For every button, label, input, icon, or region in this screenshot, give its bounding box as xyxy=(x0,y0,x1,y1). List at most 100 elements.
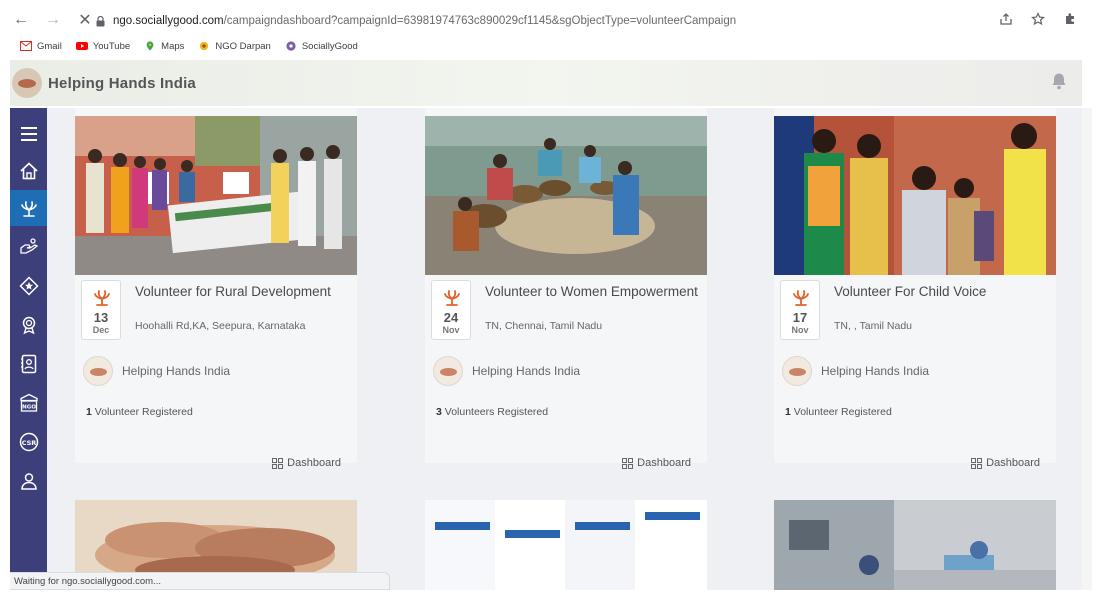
campaign-location: TN, Chennai, Tamil Nadu xyxy=(485,320,603,332)
stop-loading-icon[interactable]: ✕ xyxy=(74,9,96,31)
back-icon[interactable]: ← xyxy=(10,9,32,31)
bookmark-maps[interactable]: Maps xyxy=(144,41,184,52)
campaign-card-next[interactable] xyxy=(774,500,1056,590)
registration-count: 3 Volunteers Registered xyxy=(436,406,548,418)
app-header: Helping Hands India xyxy=(10,60,1082,106)
dashboard-label: Dashboard xyxy=(287,457,341,469)
ngo-darpan-icon xyxy=(200,41,209,51)
sidebar-item-campaigns[interactable] xyxy=(10,190,47,226)
date-day: 24 xyxy=(443,310,459,325)
address-bar[interactable]: ngo.sociallygood.com/campaigndashboard?c… xyxy=(96,10,736,32)
registration-count: 1 Volunteer Registered xyxy=(86,406,193,418)
sidebar-item-menu[interactable] xyxy=(10,116,47,152)
dashboard-button[interactable]: Dashboard xyxy=(971,457,1040,469)
campaign-org: Helping Hands India xyxy=(433,356,580,386)
campaign-card[interactable]: 17 Nov Volunteer For Child Voice TN, , T… xyxy=(774,108,1056,469)
org-avatar xyxy=(433,356,463,386)
dashboard-label: Dashboard xyxy=(637,457,691,469)
sidebar-item-donate[interactable] xyxy=(10,229,47,265)
contacts-icon xyxy=(20,354,36,374)
campaign-location: TN, , Tamil Nadu xyxy=(834,320,912,332)
campaign-card[interactable]: 13 Dec Volunteer for Rural Development H… xyxy=(75,108,357,469)
browser-status-bar: Waiting for ngo.sociallygood.com... xyxy=(10,572,390,590)
date-day: 17 xyxy=(792,310,808,325)
award-icon xyxy=(22,316,35,335)
menu-icon xyxy=(20,127,37,141)
bookmark-label: YouTube xyxy=(92,40,131,52)
sidebar-item-csr[interactable]: CSR xyxy=(10,424,47,460)
campaign-date: 13 Dec xyxy=(81,280,121,340)
campaign-image xyxy=(774,116,1056,275)
campaign-title[interactable]: Volunteer For Child Voice xyxy=(834,284,1049,300)
registered-label: Volunteer Registered xyxy=(793,406,892,418)
sidebar-item-users[interactable] xyxy=(10,463,47,499)
sidebar-item-badge[interactable] xyxy=(10,268,47,304)
campaign-type-icon xyxy=(793,290,809,306)
bookmark-label: NGO Darpan xyxy=(215,40,271,52)
org-avatar xyxy=(782,356,812,386)
campaign-image xyxy=(75,116,357,275)
gmail-icon xyxy=(20,41,32,51)
dashboard-label: Dashboard xyxy=(986,457,1040,469)
sidebar-item-home[interactable] xyxy=(10,153,47,189)
dashboard-button[interactable]: Dashboard xyxy=(622,457,691,469)
registered-label: Volunteers Registered xyxy=(444,406,549,418)
org-name: Helping Hands India xyxy=(122,364,231,378)
sidebar-item-ngo[interactable]: NGO xyxy=(10,385,47,421)
campaign-type-icon xyxy=(94,290,110,306)
csr-icon: CSR xyxy=(19,432,38,452)
campaign-location: Hoohalli Rd,KA, Seepura, Karnataka xyxy=(135,320,306,332)
org-name: Helping Hands India xyxy=(821,364,930,378)
dashboard-button[interactable]: Dashboard xyxy=(272,457,341,469)
campaign-image xyxy=(425,500,707,590)
extensions-icon[interactable] xyxy=(1062,11,1078,27)
forward-icon[interactable]: → xyxy=(42,9,64,31)
date-month: Nov xyxy=(791,325,809,335)
date-month: Nov xyxy=(442,325,460,335)
bookmark-ngo-darpan[interactable]: NGO Darpan xyxy=(198,40,271,52)
bookmark-sociallygood[interactable]: SociallyGood xyxy=(285,41,358,52)
sociallygood-icon xyxy=(286,41,296,51)
bookmark-label: Maps xyxy=(161,40,185,52)
csr-icon-text: CSR xyxy=(21,439,36,447)
campaign-image xyxy=(774,500,1056,590)
campaign-org: Helping Hands India xyxy=(83,356,230,386)
registered-label: Volunteer Registered xyxy=(94,406,193,418)
campaign-date: 17 Nov xyxy=(780,280,820,340)
bookmark-star-icon[interactable] xyxy=(1030,11,1046,27)
scrollbar[interactable] xyxy=(1082,108,1092,590)
url-host: ngo.sociallygood.com xyxy=(113,15,224,27)
bookmark-label: Gmail xyxy=(37,40,62,52)
users-icon xyxy=(20,473,37,490)
campaign-org: Helping Hands India xyxy=(782,356,929,386)
helping-hands-icon xyxy=(20,201,37,217)
campaign-card-next[interactable] xyxy=(425,500,707,590)
bookmark-youtube[interactable]: YouTube xyxy=(75,40,131,52)
campaign-card[interactable]: 24 Nov Volunteer to Women Empowerment TN… xyxy=(425,108,707,469)
url-path: /campaigndashboard?campaignId=6398197476… xyxy=(223,15,737,27)
registered-number: 3 xyxy=(436,406,442,418)
org-avatar xyxy=(83,356,113,386)
share-icon[interactable] xyxy=(998,11,1014,27)
badge-icon xyxy=(18,276,39,296)
ngo-icon: NGO xyxy=(19,393,38,412)
browser-actions xyxy=(998,11,1078,27)
campaign-date: 24 Nov xyxy=(431,280,471,340)
dashboard-grid-icon xyxy=(971,457,983,469)
campaign-title[interactable]: Volunteer to Women Empowerment xyxy=(485,284,700,300)
lock-icon xyxy=(96,15,105,26)
campaign-title[interactable]: Volunteer for Rural Development xyxy=(135,284,350,300)
sidebar-item-award[interactable] xyxy=(10,307,47,343)
bookmark-gmail[interactable]: Gmail xyxy=(20,41,62,52)
sidebar-item-contacts[interactable] xyxy=(10,346,47,382)
org-logo-icon[interactable] xyxy=(12,68,42,98)
bookmark-label: SociallyGood xyxy=(301,40,358,52)
campaign-image xyxy=(425,116,707,275)
campaign-type-icon xyxy=(444,290,460,306)
youtube-icon xyxy=(75,42,88,50)
maps-icon xyxy=(146,41,154,51)
date-month: Dec xyxy=(92,325,110,335)
notification-bell-icon[interactable] xyxy=(1050,72,1068,90)
dashboard-grid-icon xyxy=(622,457,634,469)
donate-icon xyxy=(19,238,38,254)
